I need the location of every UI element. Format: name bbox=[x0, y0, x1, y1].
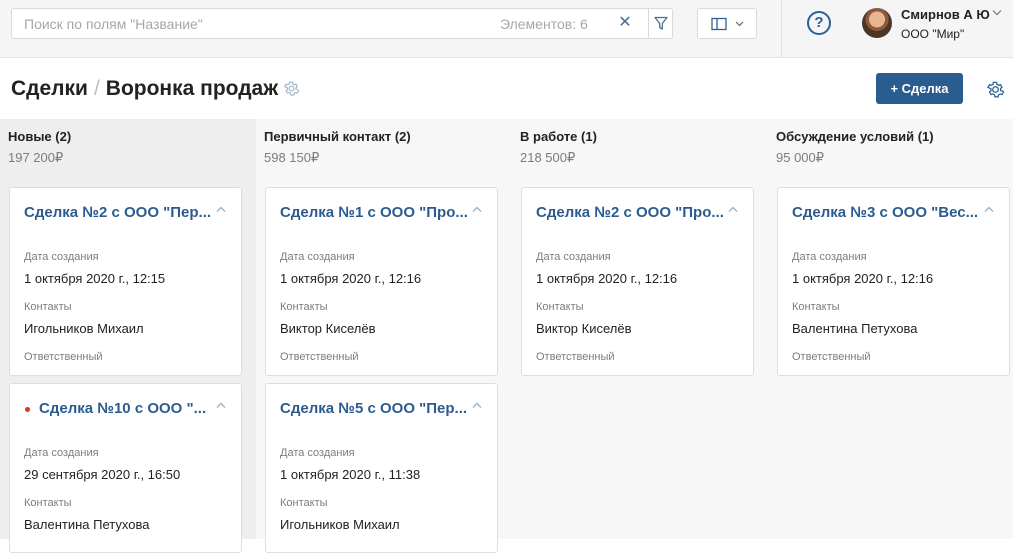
search-box: Элементов: 6 ✕ bbox=[11, 8, 673, 39]
clear-search-icon[interactable]: ✕ bbox=[616, 14, 634, 32]
created-value: 1 октября 2020 г., 12:16 bbox=[536, 271, 678, 286]
add-deal-button[interactable]: + Сделка bbox=[876, 73, 963, 104]
column-title: Новые (2) bbox=[8, 129, 72, 144]
column-sum: 197 200₽ bbox=[8, 150, 64, 165]
stage-column-new: Новые (2) 197 200₽ Сделка №2 с ООО "Пер.… bbox=[0, 119, 256, 553]
deal-card[interactable]: Сделка №2 с ООО "Пер... Дата создания 1 … bbox=[9, 187, 242, 376]
deal-title[interactable]: Сделка №5 с ООО "Пер... bbox=[280, 400, 470, 417]
kanban-board: Новые (2) 197 200₽ Сделка №2 с ООО "Пер.… bbox=[0, 119, 1013, 553]
collapse-chevron-up-icon[interactable] bbox=[472, 206, 482, 213]
created-value: 1 октября 2020 г., 12:16 bbox=[792, 271, 934, 286]
contact-value[interactable]: Игольников Михаил bbox=[24, 321, 144, 336]
deal-card[interactable]: Сделка №3 с ООО "Вес... Дата создания 1 … bbox=[777, 187, 1010, 376]
collapse-chevron-up-icon[interactable] bbox=[472, 402, 482, 409]
created-value: 1 октября 2020 г., 12:15 bbox=[24, 271, 166, 286]
column-title: В работе (1) bbox=[520, 129, 597, 144]
deal-card[interactable]: Сделка №2 с ООО "Про... Дата создания 1 … bbox=[521, 187, 754, 376]
contacts-label: Контакты bbox=[24, 497, 72, 509]
created-label: Дата создания bbox=[792, 251, 867, 263]
created-label: Дата создания bbox=[24, 251, 99, 263]
funnel-settings-gear-icon[interactable] bbox=[283, 79, 300, 103]
contact-value[interactable]: Валентина Петухова bbox=[792, 321, 917, 336]
deal-title[interactable]: Сделка №3 с ООО "Вес... bbox=[792, 204, 982, 221]
filter-icon[interactable] bbox=[649, 9, 673, 38]
contact-value[interactable]: Виктор Киселёв bbox=[536, 321, 632, 336]
search-input[interactable] bbox=[12, 9, 482, 38]
user-menu-chevron-icon[interactable] bbox=[992, 9, 1002, 16]
created-value: 1 октября 2020 г., 12:16 bbox=[280, 271, 422, 286]
board-settings-gear-icon[interactable] bbox=[986, 80, 1005, 99]
page-title: Воронка продаж bbox=[105, 77, 279, 100]
created-label: Дата создания bbox=[24, 447, 99, 459]
contacts-label: Контакты bbox=[280, 497, 328, 509]
stage-column-negotiation: Обсуждение условий (1) 95 000₽ Сделка №3… bbox=[768, 119, 1013, 539]
deal-title[interactable]: Сделка №2 с ООО "Пер... bbox=[24, 204, 214, 221]
created-label: Дата создания bbox=[536, 251, 611, 263]
column-sum: 218 500₽ bbox=[520, 150, 576, 165]
column-sum: 95 000₽ bbox=[776, 150, 825, 165]
view-mode-button[interactable] bbox=[697, 8, 757, 39]
stage-column-primary-contact: Первичный контакт (2) 598 150₽ Сделка №1… bbox=[256, 119, 512, 553]
column-sum: 598 150₽ bbox=[264, 150, 320, 165]
contacts-label: Контакты bbox=[792, 301, 840, 313]
contact-value[interactable]: Валентина Петухова bbox=[24, 517, 149, 532]
contacts-label: Контакты bbox=[24, 301, 72, 313]
breadcrumb: Сделки / Воронка продаж bbox=[11, 77, 300, 103]
topbar-divider bbox=[781, 0, 782, 58]
created-label: Дата создания bbox=[280, 447, 355, 459]
contacts-label: Контакты bbox=[536, 301, 584, 313]
contact-value[interactable]: Виктор Киселёв bbox=[280, 321, 376, 336]
help-icon[interactable]: ? bbox=[807, 11, 831, 35]
created-label: Дата создания bbox=[280, 251, 355, 263]
columns-view-icon bbox=[710, 17, 727, 30]
stage-column-in-progress: В работе (1) 218 500₽ Сделка №2 с ООО "П… bbox=[512, 119, 768, 539]
collapse-chevron-up-icon[interactable] bbox=[984, 206, 994, 213]
contact-value[interactable]: Игольников Михаил bbox=[280, 517, 400, 532]
elements-count: Элементов: 6 bbox=[500, 16, 588, 32]
collapse-chevron-up-icon[interactable] bbox=[728, 206, 738, 213]
chevron-down-icon bbox=[735, 21, 743, 26]
column-title: Обсуждение условий (1) bbox=[776, 129, 934, 144]
deal-title[interactable]: Сделка №2 с ООО "Про... bbox=[536, 204, 726, 221]
collapse-chevron-up-icon[interactable] bbox=[216, 206, 226, 213]
collapse-chevron-up-icon[interactable] bbox=[216, 402, 226, 409]
user-company: ООО "Мир" bbox=[901, 27, 965, 41]
deal-title[interactable]: Сделка №10 с ООО "... bbox=[39, 400, 214, 417]
breadcrumb-root[interactable]: Сделки bbox=[11, 77, 88, 100]
created-value: 1 октября 2020 г., 11:38 bbox=[280, 467, 421, 482]
breadcrumb-separator: / bbox=[93, 77, 100, 100]
contacts-label: Контакты bbox=[280, 301, 328, 313]
column-title: Первичный контакт (2) bbox=[264, 129, 411, 144]
avatar[interactable] bbox=[862, 8, 892, 38]
unread-dot-icon bbox=[25, 407, 30, 412]
responsible-label: Ответственный bbox=[280, 351, 359, 363]
responsible-label: Ответственный bbox=[536, 351, 615, 363]
user-name[interactable]: Смирнов А Ю bbox=[901, 7, 990, 22]
responsible-label: Ответственный bbox=[792, 351, 871, 363]
responsible-label: Ответственный bbox=[24, 351, 103, 363]
deal-card[interactable]: Сделка №1 с ООО "Про... Дата создания 1 … bbox=[265, 187, 498, 376]
deal-card[interactable]: Сделка №5 с ООО "Пер... Дата создания 1 … bbox=[265, 383, 498, 553]
deal-title[interactable]: Сделка №1 с ООО "Про... bbox=[280, 204, 470, 221]
top-bar: Элементов: 6 ✕ ? Смирнов А Ю ООО "Мир" bbox=[0, 0, 1013, 58]
created-value: 29 сентября 2020 г., 16:50 bbox=[24, 467, 181, 482]
deal-card[interactable]: Сделка №10 с ООО "... Дата создания 29 с… bbox=[9, 383, 242, 553]
